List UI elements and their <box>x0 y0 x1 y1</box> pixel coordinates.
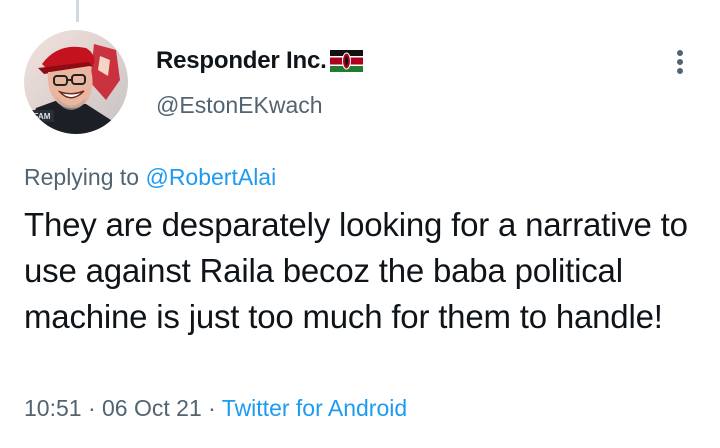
author-handle[interactable]: @EstonEKwach <box>156 92 323 119</box>
replying-to-line: Replying to @RobertAlai <box>24 164 276 191</box>
tweet-source-link[interactable]: Twitter for Android <box>222 395 407 421</box>
replying-to-link[interactable]: @RobertAlai <box>145 164 276 190</box>
thread-connector-line <box>76 0 79 22</box>
replying-to-label: Replying to <box>24 164 140 190</box>
tweet-date[interactable]: 06 Oct 21 <box>102 395 202 421</box>
separator-dot: · <box>87 395 96 421</box>
avatar-image: FAM <box>24 30 128 134</box>
display-name[interactable]: Responder Inc. <box>156 47 327 75</box>
kenya-flag-icon <box>329 50 363 72</box>
tweet-time[interactable]: 10:51 <box>24 395 82 421</box>
avatar-badge-text: FAM <box>34 112 51 121</box>
more-options-icon[interactable] <box>667 47 693 79</box>
avatar[interactable]: FAM <box>24 30 128 134</box>
tweet-text: They are desparately looking for a narra… <box>24 206 688 335</box>
author-name-row[interactable]: Responder Inc. <box>156 44 363 78</box>
tweet-metadata: 10:51 · 06 Oct 21 · Twitter for Android <box>24 395 407 422</box>
separator-dot: · <box>208 395 216 421</box>
